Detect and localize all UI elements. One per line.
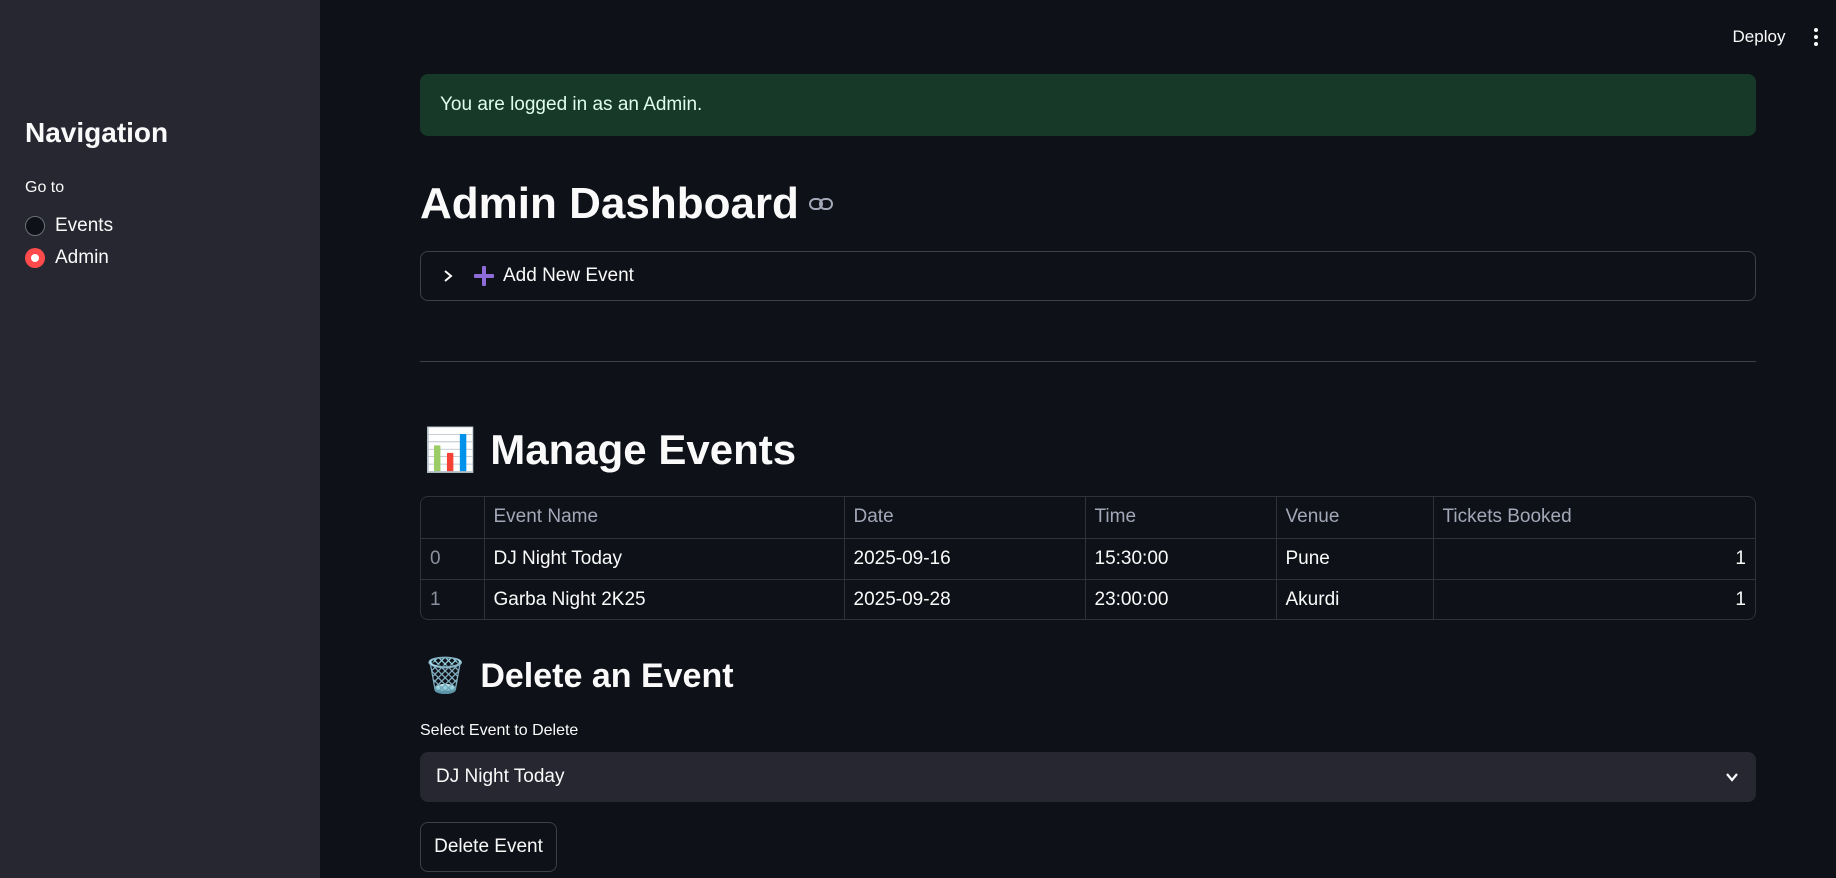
manage-events-heading: 📊 Manage Events <box>424 420 796 480</box>
column-header-date[interactable]: Date <box>844 497 1086 539</box>
select-event-value: DJ Night Today <box>436 766 565 787</box>
cell-venue[interactable]: Pune <box>1276 538 1434 580</box>
cell-venue[interactable]: Akurdi <box>1276 579 1434 619</box>
plus-icon <box>474 266 494 286</box>
expander-label: Add New Event <box>503 265 634 286</box>
table-row: 1 Garba Night 2K25 2025-09-28 23:00:00 A… <box>421 579 1755 619</box>
cell-time[interactable]: 15:30:00 <box>1085 538 1277 580</box>
page-title-text: Admin Dashboard <box>420 179 799 228</box>
delete-event-button[interactable]: Delete Event <box>420 822 557 872</box>
radio-option-admin[interactable]: Admin <box>25 245 109 271</box>
column-header-event-name[interactable]: Event Name <box>484 497 845 539</box>
radio-circle-icon[interactable] <box>25 216 45 236</box>
sidebar-title: Navigation <box>25 117 169 148</box>
cell-date[interactable]: 2025-09-28 <box>844 579 1086 619</box>
cell-date[interactable]: 2025-09-16 <box>844 538 1086 580</box>
radio-option-label: Admin <box>55 247 109 268</box>
chevron-right-icon <box>444 270 453 282</box>
cell-time[interactable]: 23:00:00 <box>1085 579 1277 619</box>
delete-event-heading-text: Delete an Event <box>480 656 734 695</box>
alert-text: You are logged in as an Admin. <box>440 94 703 115</box>
radio-group-label: Go to <box>25 179 65 196</box>
column-header-time[interactable]: Time <box>1085 497 1277 539</box>
chevron-down-icon <box>1726 773 1738 782</box>
cell-tickets-booked[interactable]: 1 <box>1433 579 1755 619</box>
row-index[interactable]: 0 <box>421 538 485 580</box>
column-header-index[interactable] <box>421 497 485 539</box>
column-header-venue[interactable]: Venue <box>1276 497 1434 539</box>
deploy-button[interactable]: Deploy <box>1718 22 1800 52</box>
more-vertical-icon[interactable] <box>1804 22 1828 52</box>
select-event-dropdown[interactable]: DJ Night Today <box>420 752 1756 802</box>
add-event-expander[interactable]: Add New Event <box>420 251 1756 301</box>
success-alert: You are logged in as an Admin. <box>420 74 1756 136</box>
events-table[interactable]: Event Name Date Time Venue Tickets Booke… <box>420 496 1756 620</box>
radio-option-label: Events <box>55 215 114 236</box>
page-title: Admin Dashboard <box>420 175 833 233</box>
sidebar: Navigation Go to Events Admin <box>0 0 320 878</box>
link-icon[interactable] <box>808 197 833 211</box>
cell-event-name[interactable]: Garba Night 2K25 <box>484 579 845 619</box>
table-row: 0 DJ Night Today 2025-09-16 15:30:00 Pun… <box>421 538 1755 580</box>
bar-chart-icon: 📊 <box>424 425 477 473</box>
row-index[interactable]: 1 <box>421 579 485 619</box>
wastebasket-icon: 🗑️ <box>424 657 467 695</box>
radio-option-events[interactable]: Events <box>25 213 113 239</box>
select-event-label: Select Event to Delete <box>420 722 579 739</box>
radio-checked-icon[interactable] <box>25 248 45 268</box>
cell-event-name[interactable]: DJ Night Today <box>484 538 845 580</box>
cell-tickets-booked[interactable]: 1 <box>1433 538 1755 580</box>
delete-event-heading: 🗑️ Delete an Event <box>424 654 734 698</box>
column-header-tickets-booked[interactable]: Tickets Booked <box>1433 497 1755 539</box>
divider <box>420 361 1756 362</box>
manage-events-heading-text: Manage Events <box>490 426 797 473</box>
table-header-row: Event Name Date Time Venue Tickets Booke… <box>421 497 1755 539</box>
